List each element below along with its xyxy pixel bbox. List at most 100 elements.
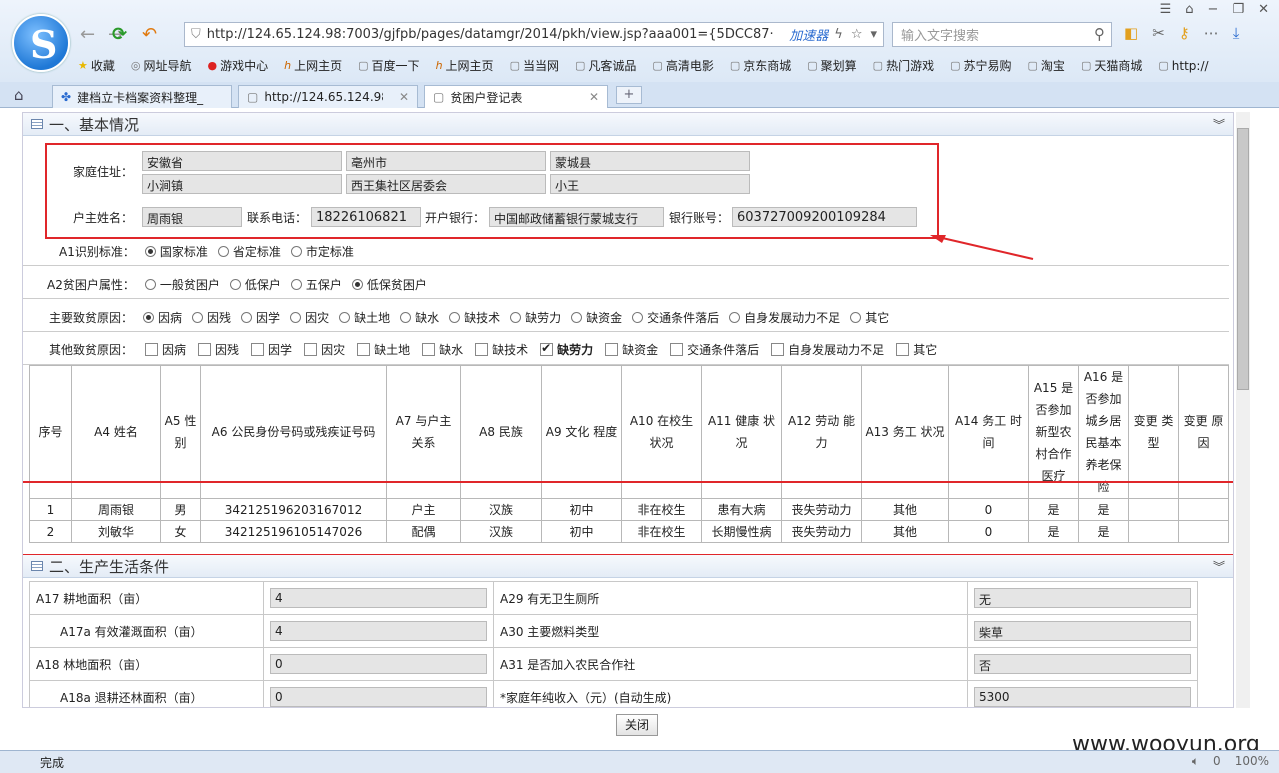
lightning-icon[interactable]: ϟ	[834, 27, 843, 42]
section-header-basic[interactable]: 一、基本情况 ︾	[23, 113, 1233, 136]
menu-icon[interactable]: ☰	[1160, 2, 1172, 17]
volume-icon[interactable]: 🔈︎	[1192, 754, 1199, 769]
checkbox[interactable]	[771, 343, 785, 356]
radio-button[interactable]	[290, 246, 302, 257]
zoom-level[interactable]: 100%	[1235, 754, 1269, 769]
addr-town[interactable]: 小涧镇	[142, 174, 342, 194]
scissors-icon[interactable]: ✂	[1152, 24, 1165, 42]
restore-icon[interactable]: ❐	[1232, 2, 1244, 17]
minimize-icon[interactable]: −	[1208, 2, 1219, 17]
bookmark-item[interactable]: ▢ 京东商城	[730, 57, 791, 74]
field-value[interactable]: 否	[974, 654, 1191, 674]
radio-button[interactable]	[144, 246, 156, 257]
radio-button[interactable]	[290, 279, 302, 290]
key-icon[interactable]: ⚷	[1179, 24, 1190, 42]
vertical-scrollbar[interactable]	[1236, 112, 1250, 708]
address-bar[interactable]: ⛉ http://124.65.124.98:7003/gjfpb/pages/…	[184, 22, 884, 47]
field-value[interactable]: 无	[974, 588, 1191, 608]
radio-button[interactable]	[571, 312, 583, 323]
checkbox[interactable]	[304, 343, 318, 356]
bookmark-item[interactable]: ▢ 聚划算	[807, 57, 856, 74]
scrollbar-thumb[interactable]	[1237, 128, 1249, 390]
dropdown-icon[interactable]: ▾	[870, 27, 877, 42]
bookmark-item[interactable]: ▢ 高清电影	[652, 57, 713, 74]
addr-province[interactable]: 安徽省	[142, 151, 342, 171]
refresh-icon[interactable]: ⟳	[112, 24, 127, 45]
radio-button[interactable]	[400, 312, 412, 323]
checkbox[interactable]	[145, 343, 159, 356]
collapse-icon[interactable]: ︾	[1213, 116, 1225, 133]
address-url[interactable]: http://124.65.124.98:7003/gjfpb/pages/da…	[207, 27, 789, 42]
bookmark-item[interactable]: ▢ http://	[1158, 57, 1208, 74]
search-box[interactable]: 输入文字搜索 ⚲	[892, 22, 1112, 47]
bookmark-item[interactable]: ▢ 热门游戏	[873, 57, 934, 74]
home-icon[interactable]: ⌂	[14, 86, 24, 104]
field-value[interactable]: 0	[270, 687, 487, 707]
bookmark-item[interactable]: h 上网主页	[436, 57, 494, 74]
head-name-field[interactable]: 周雨银	[142, 207, 242, 227]
close-window-icon[interactable]: ✕	[1258, 2, 1269, 17]
addr-city[interactable]: 亳州市	[346, 151, 546, 171]
tab-archive[interactable]: ✤ 建档立卡档案资料整理_	[52, 85, 232, 108]
checkbox[interactable]	[198, 343, 212, 356]
bookmark-item[interactable]: ▢ 当当网	[510, 57, 559, 74]
radio-button[interactable]	[449, 312, 461, 323]
tab-url[interactable]: ▢ http://124.65.124.98:7 ✕	[238, 85, 418, 108]
checkbox[interactable]	[251, 343, 265, 356]
bookmark-item[interactable]: ● 游戏中心	[208, 57, 269, 74]
checkbox[interactable]	[896, 343, 910, 356]
field-value[interactable]: 4	[270, 621, 487, 641]
download-icon[interactable]: ⤓	[1233, 24, 1240, 42]
bookmark-item[interactable]: ▢ 百度一下	[358, 57, 419, 74]
skin-icon[interactable]: ⌂	[1185, 2, 1193, 17]
addr-village[interactable]: 小王	[550, 174, 750, 194]
new-tab-button[interactable]: +	[616, 86, 642, 104]
radio-button[interactable]	[143, 312, 155, 323]
account-field[interactable]: 603727009200109284	[732, 207, 917, 227]
close-button[interactable]: 关闭	[616, 714, 658, 736]
more-icon[interactable]: ⋯	[1204, 24, 1219, 42]
accelerator-label[interactable]: 加速器	[789, 25, 828, 44]
close-tab-icon[interactable]: ✕	[399, 90, 409, 104]
radio-button[interactable]	[351, 279, 363, 290]
radio-button[interactable]	[850, 312, 862, 323]
bank-field[interactable]: 中国邮政储蓄银行蒙城支行	[489, 207, 664, 227]
bookmark-item[interactable]: h 上网主页	[284, 57, 342, 74]
addr-community[interactable]: 西王集社区居委会	[346, 174, 546, 194]
checkbox[interactable]	[357, 343, 371, 356]
checkbox[interactable]	[422, 343, 436, 356]
radio-button[interactable]	[229, 279, 241, 290]
search-input[interactable]: 输入文字搜索	[901, 25, 979, 44]
undo-icon[interactable]: ↶	[142, 24, 157, 45]
checkbox[interactable]	[670, 343, 684, 356]
tab-register[interactable]: ▢ 贫困户登记表 ✕	[424, 85, 608, 108]
phone-field[interactable]: 18226106821	[311, 207, 421, 227]
field-value[interactable]: 4	[270, 588, 487, 608]
bookmark-item[interactable]: ▢ 凡客诚品	[575, 57, 636, 74]
bookmark-item[interactable]: ◎ 网址导航	[131, 57, 192, 74]
collapse-icon[interactable]: ︾	[1213, 558, 1225, 575]
translate-icon[interactable]: ◧	[1124, 24, 1138, 42]
radio-button[interactable]	[241, 312, 253, 323]
checkbox[interactable]	[475, 343, 489, 356]
field-value[interactable]: 0	[270, 654, 487, 674]
radio-button[interactable]	[339, 312, 351, 323]
radio-button[interactable]	[144, 279, 156, 290]
bookmark-item[interactable]: ▢ 苏宁易购	[950, 57, 1011, 74]
radio-button[interactable]	[729, 312, 741, 323]
radio-button[interactable]	[290, 312, 302, 323]
bookmark-item[interactable]: ★ 收藏	[78, 57, 115, 74]
search-icon[interactable]: ⚲	[1094, 25, 1105, 43]
field-value[interactable]: 5300	[974, 687, 1191, 707]
close-tab-icon[interactable]: ✕	[589, 90, 599, 104]
checkbox[interactable]	[605, 343, 619, 356]
section-header-living[interactable]: 二、生产生活条件 ︾	[23, 555, 1233, 578]
star-icon[interactable]: ☆	[851, 27, 863, 42]
bookmark-item[interactable]: ▢ 淘宝	[1028, 57, 1065, 74]
bookmark-item[interactable]: ▢ 天猫商城	[1081, 57, 1142, 74]
radio-button[interactable]	[632, 312, 644, 323]
checkbox[interactable]	[540, 341, 554, 356]
radio-button[interactable]	[217, 246, 229, 257]
radio-button[interactable]	[510, 312, 522, 323]
radio-button[interactable]	[192, 312, 204, 323]
